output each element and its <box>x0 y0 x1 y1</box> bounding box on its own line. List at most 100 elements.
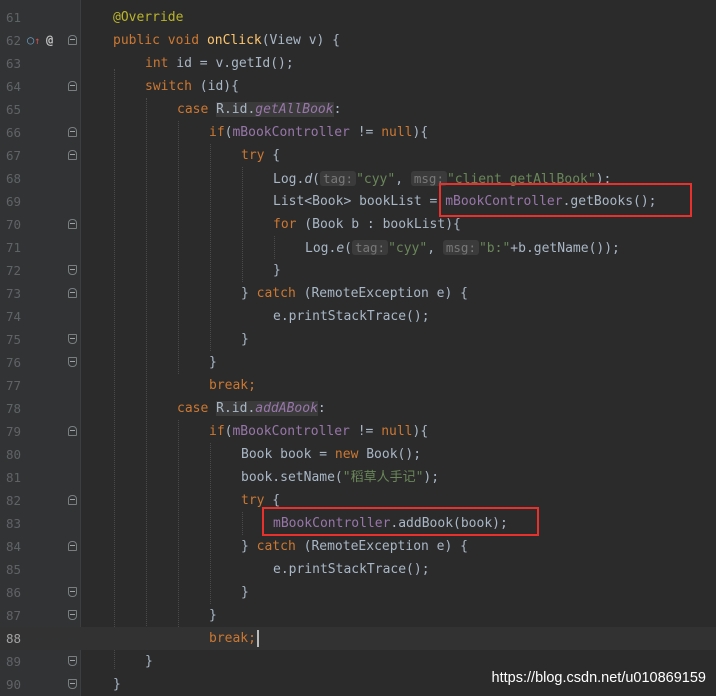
code-text: case R.id.addABook: <box>177 401 326 416</box>
fold-close-icon[interactable] <box>68 656 77 666</box>
code-line[interactable]: 72 } <box>0 259 716 282</box>
watermark-text: https://blog.csdn.net/u010869159 <box>491 670 706 686</box>
code-line[interactable]: 87 } <box>0 604 716 627</box>
line-number: 73 <box>5 286 21 301</box>
fold-open-icon[interactable] <box>68 541 77 551</box>
code-line[interactable]: 63 int id = v.getId(); <box>0 52 716 75</box>
line-number: 69 <box>5 194 21 209</box>
fold-open-icon[interactable] <box>68 127 77 137</box>
line-number: 83 <box>5 516 21 531</box>
fold-close-icon[interactable] <box>68 357 77 367</box>
line-number: 78 <box>5 401 21 416</box>
code-line[interactable]: 86 } <box>0 581 716 604</box>
line-number: 63 <box>5 56 21 71</box>
code-line[interactable]: 81 book.setName("稻草人手记"); <box>0 466 716 489</box>
fold-close-icon[interactable] <box>68 265 77 275</box>
line-number: 72 <box>5 263 21 278</box>
line-number: 62 <box>5 33 21 48</box>
code-text: } catch (RemoteException e) { <box>241 539 468 554</box>
code-line[interactable]: 65 case R.id.getAllBook: <box>0 98 716 121</box>
code-text: @Override <box>113 10 184 25</box>
code-text: if(mBookController != null){ <box>209 125 429 140</box>
code-line[interactable]: 74 e.printStackTrace(); <box>0 305 716 328</box>
line-number: 79 <box>5 424 21 439</box>
line-number: 77 <box>5 378 21 393</box>
line-number: 90 <box>5 677 21 692</box>
code-text: Book book = new Book(); <box>241 447 422 462</box>
line-number: 66 <box>5 125 21 140</box>
line-number: 64 <box>5 79 21 94</box>
line-number: 88 <box>5 631 21 646</box>
code-text: switch (id){ <box>145 79 239 94</box>
code-line[interactable]: 80 Book book = new Book(); <box>0 443 716 466</box>
line-number: 82 <box>5 493 21 508</box>
parameter-hint: tag: <box>351 240 389 255</box>
fold-close-icon[interactable] <box>68 679 77 689</box>
code-line[interactable]: 85 e.printStackTrace(); <box>0 558 716 581</box>
fold-open-icon[interactable] <box>68 81 77 91</box>
line-number: 71 <box>5 240 21 255</box>
code-text: } <box>209 355 217 370</box>
fold-close-icon[interactable] <box>68 610 77 620</box>
fold-open-icon[interactable] <box>68 495 77 505</box>
code-text: } <box>145 654 153 669</box>
line-number: 80 <box>5 447 21 462</box>
highlight-box <box>439 183 692 217</box>
line-number: 87 <box>5 608 21 623</box>
line-number: 89 <box>5 654 21 669</box>
line-number: 74 <box>5 309 21 324</box>
fold-open-icon[interactable] <box>68 150 77 160</box>
line-number: 61 <box>5 10 21 25</box>
code-text: e.printStackTrace(); <box>273 309 430 324</box>
implement-up-arrow-icon[interactable]: ○↑ <box>27 32 40 50</box>
text-cursor <box>256 630 259 647</box>
code-line[interactable]: 79 if(mBookController != null){ <box>0 420 716 443</box>
line-number: 68 <box>5 171 21 186</box>
code-text: int id = v.getId(); <box>145 56 294 71</box>
fold-open-icon[interactable] <box>68 426 77 436</box>
fold-close-icon[interactable] <box>68 587 77 597</box>
code-text: } catch (RemoteException e) { <box>241 286 468 301</box>
line-number: 67 <box>5 148 21 163</box>
line-number: 65 <box>5 102 21 117</box>
code-text: } <box>273 263 281 278</box>
code-text: for (Book b : bookList){ <box>273 217 461 232</box>
code-text: Log.e(tag: "cyy", msg: "b:"+b.getName()); <box>305 240 620 256</box>
code-line[interactable]: 78 case R.id.addABook: <box>0 397 716 420</box>
line-number: 81 <box>5 470 21 485</box>
code-line[interactable]: 84 } catch (RemoteException e) { <box>0 535 716 558</box>
code-line[interactable]: 61 @Override <box>0 6 716 29</box>
code-line[interactable]: 75 } <box>0 328 716 351</box>
code-line[interactable]: 76 } <box>0 351 716 374</box>
code-line[interactable]: 71 Log.e(tag: "cyy", msg: "b:"+b.getName()… <box>0 236 716 259</box>
fold-open-icon[interactable] <box>68 288 77 298</box>
code-text: case R.id.getAllBook: <box>177 102 342 117</box>
code-line[interactable]: 62 ○↑ @ public void onClick(View v) { <box>0 29 716 52</box>
fold-close-icon[interactable] <box>68 334 77 344</box>
current-code-line[interactable]: 88 break; <box>0 627 716 650</box>
code-text: book.setName("稻草人手记"); <box>241 470 440 485</box>
highlight-box <box>262 507 539 536</box>
fold-open-icon[interactable] <box>68 219 77 229</box>
fold-open-icon[interactable] <box>68 35 77 45</box>
code-line[interactable]: 73 } catch (RemoteException e) { <box>0 282 716 305</box>
code-line[interactable]: 64 switch (id){ <box>0 75 716 98</box>
code-text: e.printStackTrace(); <box>273 562 430 577</box>
code-text: } <box>241 332 249 347</box>
line-number: 86 <box>5 585 21 600</box>
code-text: } <box>209 608 217 623</box>
code-line[interactable]: 77 break; <box>0 374 716 397</box>
line-number: 76 <box>5 355 21 370</box>
code-line[interactable]: 66 if(mBookController != null){ <box>0 121 716 144</box>
parameter-hint: tag: <box>319 171 357 186</box>
code-text: } <box>241 585 249 600</box>
line-number: 85 <box>5 562 21 577</box>
line-number: 75 <box>5 332 21 347</box>
override-at-icon[interactable]: @ <box>46 32 53 48</box>
code-text: } <box>113 677 121 692</box>
line-number: 84 <box>5 539 21 554</box>
code-text: if(mBookController != null){ <box>209 424 429 439</box>
code-text: break; <box>209 627 259 650</box>
code-line[interactable]: 67 try { <box>0 144 716 167</box>
parameter-hint: msg: <box>442 240 479 255</box>
